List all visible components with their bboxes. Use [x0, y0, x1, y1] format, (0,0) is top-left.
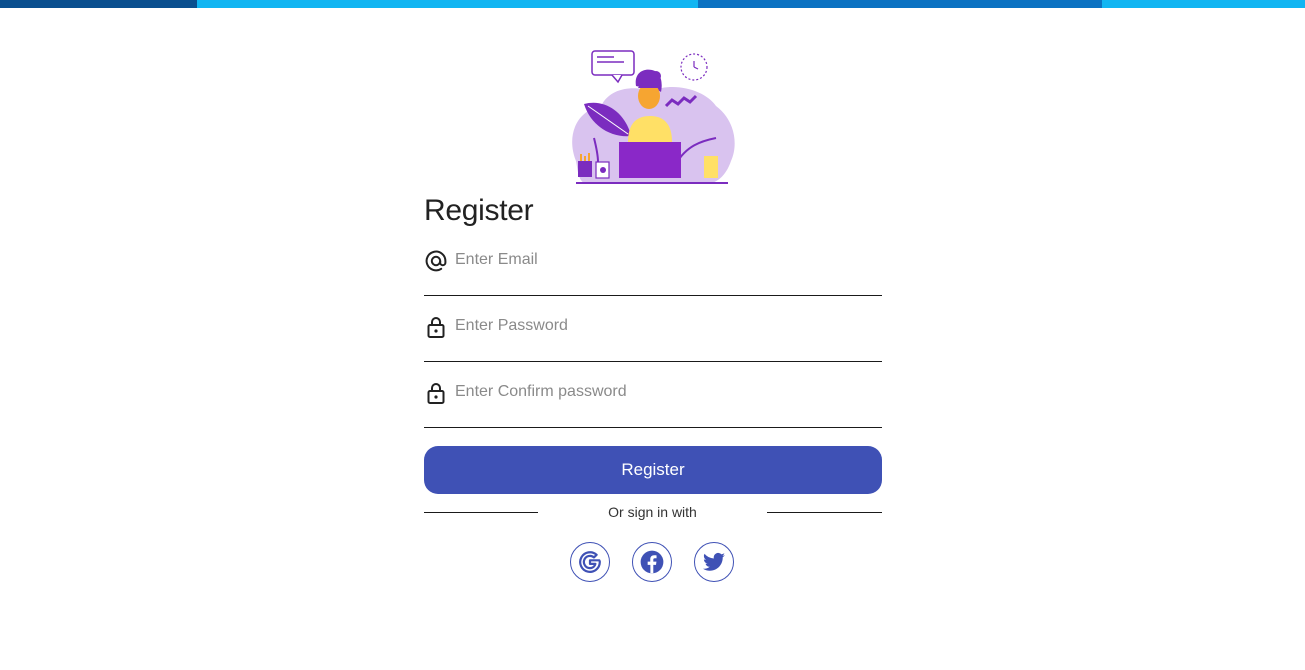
divider-line-right — [767, 512, 882, 513]
email-field-row — [424, 245, 882, 296]
person-at-laptop-illustration — [572, 50, 735, 184]
top-bar-segment — [1102, 0, 1305, 8]
password-input[interactable] — [455, 311, 875, 341]
facebook-icon — [640, 550, 664, 574]
lock-icon — [427, 317, 445, 338]
register-page: Register Register Or sign in with — [0, 0, 1305, 670]
google-icon — [579, 551, 601, 573]
register-button[interactable]: Register — [424, 446, 882, 494]
divider-line-left — [424, 512, 538, 513]
confirm-password-input[interactable] — [455, 377, 875, 407]
confirm-password-field-row — [424, 377, 882, 428]
top-bar-segment — [0, 0, 197, 8]
twitter-icon — [703, 552, 725, 571]
top-accent-bar — [0, 0, 1305, 8]
top-bar-segment — [197, 0, 698, 8]
email-input[interactable] — [455, 245, 875, 275]
lock-icon — [427, 383, 445, 404]
top-bar-segment — [698, 0, 1102, 8]
page-title: Register — [424, 194, 534, 227]
twitter-sign-in-button[interactable] — [694, 542, 734, 582]
google-sign-in-button[interactable] — [570, 542, 610, 582]
divider-text: Or sign in with — [608, 504, 697, 520]
facebook-sign-in-button[interactable] — [632, 542, 672, 582]
password-field-row — [424, 311, 882, 362]
at-icon — [425, 250, 447, 272]
